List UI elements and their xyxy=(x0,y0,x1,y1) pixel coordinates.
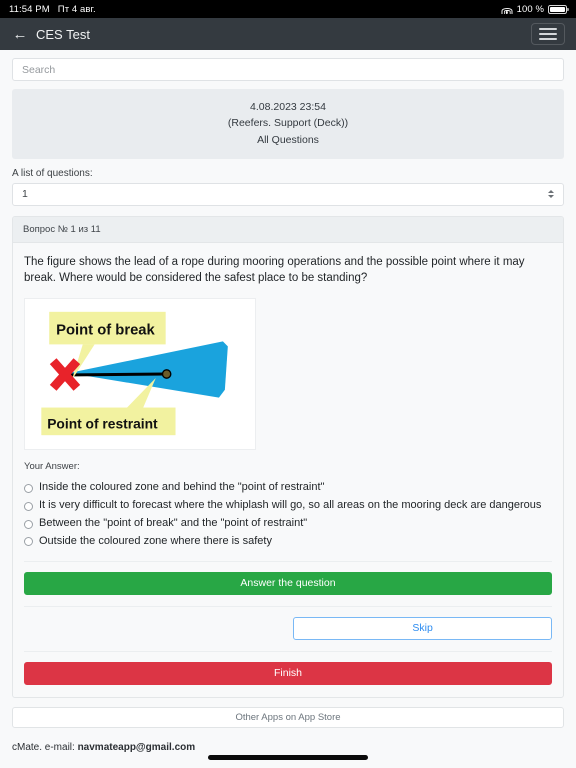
answer-button-row: Answer the question xyxy=(24,560,552,595)
contact-email[interactable]: navmateapp@gmail.com xyxy=(78,742,196,753)
question-list-select[interactable]: 1 xyxy=(12,182,564,206)
question-card: Вопрос № 1 из 11 The figure shows the le… xyxy=(12,215,564,698)
page-content: 4.08.2023 23:54 (Reefers. Support (Deck)… xyxy=(0,50,576,698)
battery-icon xyxy=(548,4,569,14)
svg-text:Point of break: Point of break xyxy=(56,323,155,339)
question-list-selected-value: 1 xyxy=(22,188,28,201)
answer-options: Inside the coloured zone and behind the … xyxy=(24,480,552,550)
test-datetime: 4.08.2023 23:54 xyxy=(250,101,326,113)
back-arrow-icon[interactable]: ← xyxy=(9,27,31,42)
home-indicator xyxy=(208,755,368,760)
finish-button[interactable]: Finish xyxy=(24,661,552,685)
answer-question-button[interactable]: Answer the question xyxy=(24,571,552,595)
status-time: 11:54 PM xyxy=(9,3,50,15)
status-bar-right: 100 % xyxy=(501,3,569,15)
page-footer: Other Apps on App Store cMate. e-mail: n… xyxy=(0,698,576,753)
question-figure: Point of break Point of restraint xyxy=(24,298,256,451)
skip-button-row: Skip xyxy=(24,605,552,640)
status-bar-left: 11:54 PM Пт 4 авг. xyxy=(9,4,96,15)
wifi-icon xyxy=(501,5,513,14)
test-scope: All Questions xyxy=(257,133,319,146)
radio-icon-2[interactable] xyxy=(24,501,33,511)
test-info-panel: 4.08.2023 23:54 (Reefers. Support (Deck)… xyxy=(12,89,564,159)
menu-bar-1 xyxy=(539,28,557,30)
answer-option-1-label: Inside the coloured zone and behind the … xyxy=(39,481,325,494)
answer-option-2[interactable]: It is very difficult to forecast where t… xyxy=(24,498,552,514)
svg-text:Point of restraint: Point of restraint xyxy=(47,415,158,431)
copyright-line: cMate. e-mail: navmateapp@gmail.com xyxy=(12,742,564,753)
question-list-select-wrap: 1 xyxy=(12,182,564,206)
status-bar: 11:54 PM Пт 4 авг. 100 % xyxy=(0,0,576,18)
question-card-body: The figure shows the lead of a rope duri… xyxy=(13,243,563,697)
answer-option-1[interactable]: Inside the coloured zone and behind the … xyxy=(24,480,552,496)
search-input[interactable] xyxy=(12,58,564,81)
finish-button-row: Finish xyxy=(24,650,552,685)
status-date: Пт 4 авг. xyxy=(57,3,96,15)
hamburger-menu-icon[interactable] xyxy=(531,23,565,45)
answer-option-4[interactable]: Outside the coloured zone where there is… xyxy=(24,534,552,550)
question-list-label: A list of questions: xyxy=(12,167,93,179)
copyright-prefix: cMate. e-mail: xyxy=(12,741,78,753)
page-title: CES Test xyxy=(36,26,90,42)
answer-option-2-label: It is very difficult to forecast where t… xyxy=(39,499,542,512)
radio-icon-1[interactable] xyxy=(24,483,33,493)
app-header: ← CES Test xyxy=(0,18,576,50)
other-apps-button[interactable]: Other Apps on App Store xyxy=(12,706,564,728)
battery-percent-label: 100 % xyxy=(516,3,544,15)
test-category: (Reefers. Support (Deck)) xyxy=(227,117,349,130)
answer-option-3-label: Between the "point of break" and the "po… xyxy=(39,517,308,530)
menu-bar-3 xyxy=(539,38,557,40)
answer-option-3[interactable]: Between the "point of break" and the "po… xyxy=(24,516,552,532)
question-text: The figure shows the lead of a rope duri… xyxy=(24,255,525,285)
radio-icon-4[interactable] xyxy=(24,537,33,547)
answer-option-4-label: Outside the coloured zone where there is… xyxy=(39,534,272,547)
skip-button[interactable]: Skip xyxy=(293,616,552,640)
radio-icon-3[interactable] xyxy=(24,519,33,529)
question-card-header: Вопрос № 1 из 11 xyxy=(13,216,563,243)
answer-label: Your Answer: xyxy=(24,461,80,473)
menu-bar-2 xyxy=(539,33,557,35)
